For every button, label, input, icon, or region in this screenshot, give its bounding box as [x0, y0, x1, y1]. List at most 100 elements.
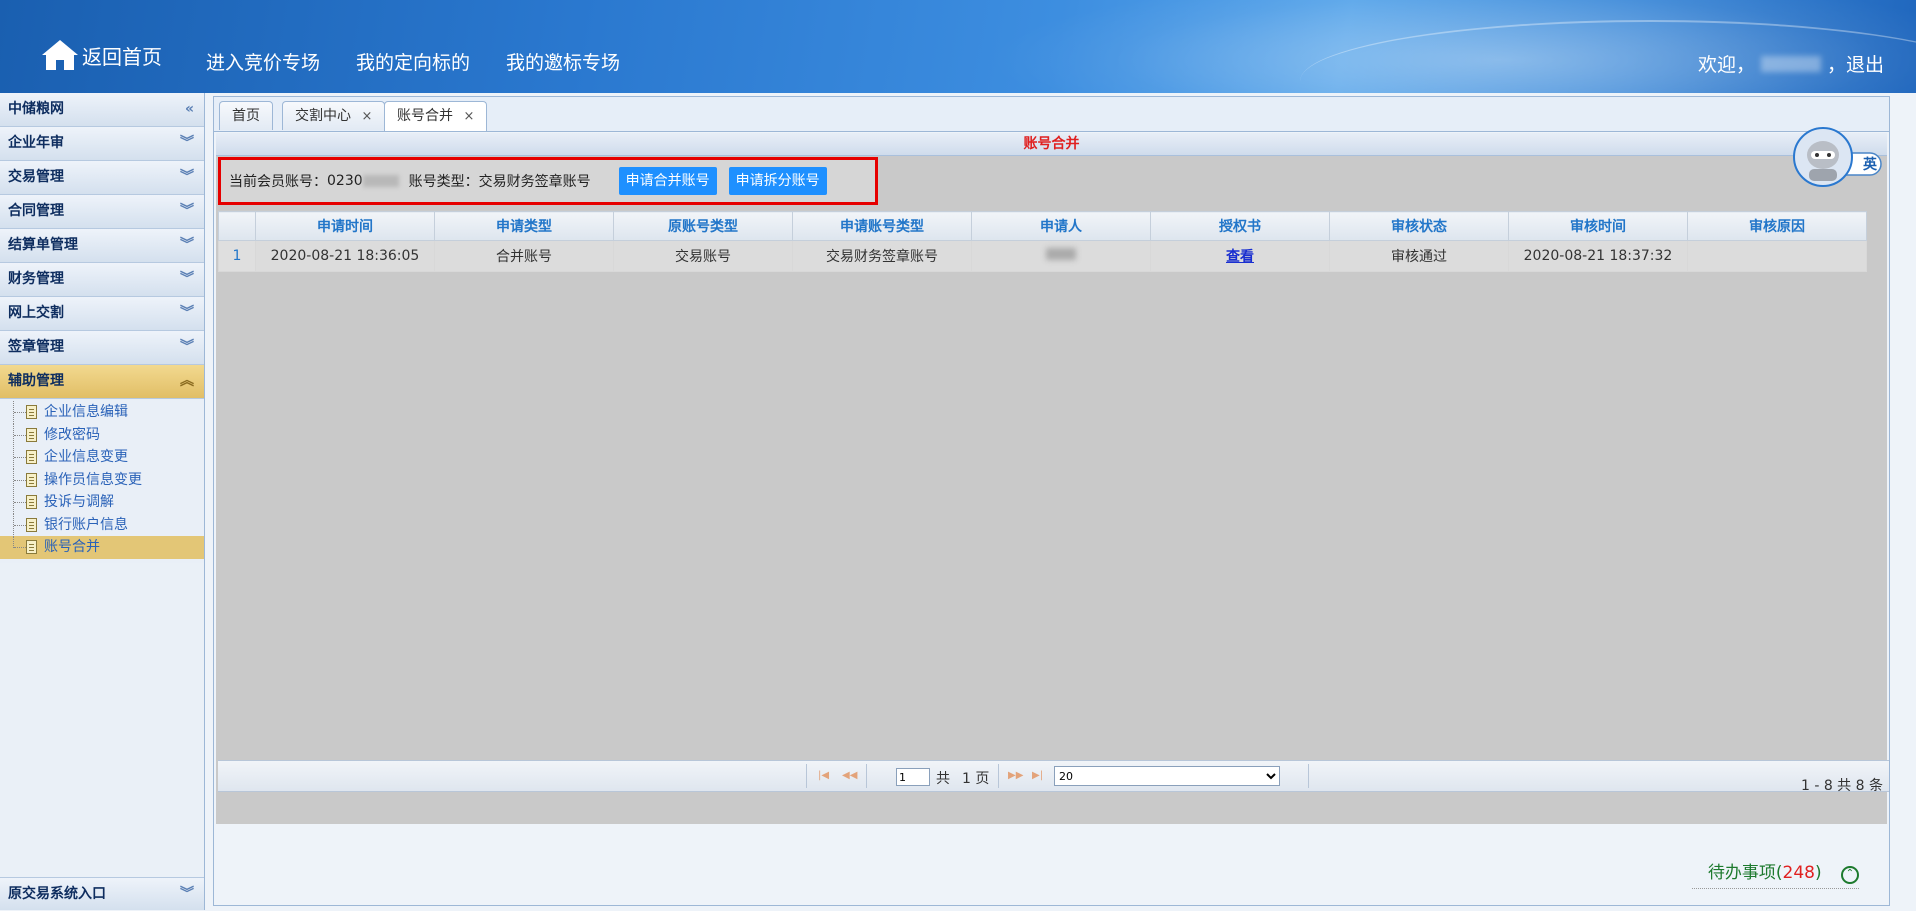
column-header[interactable]: 申请类型	[434, 211, 614, 241]
chevron-down-icon: ︾	[180, 135, 194, 151]
total-prefix: 共	[936, 771, 950, 787]
table-header-row: 申请时间 申请类型 原账号类型 申请账号类型 申请人 授权书 审核状态 审核时间…	[218, 211, 1867, 241]
chevron-up-icon[interactable]: ⌃	[1841, 866, 1859, 884]
apply-split-button[interactable]: 申请拆分账号	[728, 167, 827, 195]
prev-page-icon[interactable]: ◀◀	[842, 770, 857, 781]
document-icon	[26, 517, 37, 532]
column-header[interactable]: 申请账号类型	[792, 211, 972, 241]
tree-item-company-info[interactable]: 企业信息编辑	[0, 401, 204, 424]
sidebar-item-contract[interactable]: 合同管理 ︾	[0, 195, 204, 229]
tab-label: 账号合并	[397, 108, 453, 124]
column-header-rownum	[218, 211, 256, 241]
tree-item-account-merge[interactable]: 账号合并	[0, 536, 204, 559]
document-icon	[26, 405, 37, 419]
tree-line	[14, 547, 26, 548]
record-summary: 1 - 8 共 8 条	[1800, 778, 1883, 794]
sidebar-item-settlement[interactable]: 结算单管理 ︾	[0, 229, 204, 263]
chevron-up-icon: ︽	[180, 373, 194, 389]
grid-panel: 当前会员账号： 0230 账号类型： 交易财务签章账号 申请合并账号 申请拆分账…	[216, 156, 1889, 824]
view-auth-link[interactable]: 查看	[1226, 249, 1254, 265]
cell-apply-time: 2020-08-21 18:36:05	[255, 240, 435, 272]
tree-line	[14, 412, 26, 413]
tree-item-label: 企业信息变更	[44, 449, 128, 465]
first-page-icon[interactable]: |◀	[818, 770, 829, 781]
column-header[interactable]: 原账号类型	[613, 211, 793, 241]
top-header: 返回首页 进入竞价专场 我的定向标的 我的邀标专场 欢迎， ，退出	[0, 0, 1916, 93]
document-icon	[26, 427, 37, 442]
tab-home[interactable]: 首页	[219, 101, 273, 130]
tree-line	[14, 502, 26, 503]
close-icon[interactable]: ×	[463, 109, 474, 124]
welcome-area: 欢迎， ，退出	[1698, 50, 1884, 77]
lang-switch-label[interactable]: 英	[1862, 156, 1878, 173]
nav-auction[interactable]: 进入竞价专场	[206, 48, 320, 75]
sidebar-item-label: 企业年审	[8, 135, 64, 151]
tree-item-operator-change[interactable]: 操作员信息变更	[0, 468, 204, 492]
account-value: 0230	[327, 173, 363, 189]
tree-item-label: 投诉与调解	[44, 494, 114, 510]
cell-review-time: 2020-08-21 18:37:32	[1508, 240, 1688, 272]
todo-close: )	[1814, 863, 1822, 883]
sidebar-item-annual-review[interactable]: 企业年审 ︾	[0, 127, 204, 161]
cell-auth: 查看	[1150, 240, 1330, 272]
sidebar-item-aux[interactable]: 辅助管理 ︽	[0, 365, 204, 399]
tab-delivery-center[interactable]: 交割中心 ×	[282, 101, 386, 130]
tree-item-label: 操作员信息变更	[44, 471, 142, 488]
assistant-robot-icon[interactable]: 英	[1793, 127, 1883, 187]
sidebar-item-legacy-system[interactable]: 原交易系统入口 ︾	[0, 877, 204, 910]
chevron-down-icon: ︾	[180, 339, 194, 355]
sidebar-item-label: 中储粮网	[8, 101, 64, 117]
column-header[interactable]: 审核状态	[1329, 211, 1509, 241]
home-link[interactable]: 返回首页	[40, 35, 162, 75]
todo-count: 248	[1782, 863, 1815, 883]
nav-directed[interactable]: 我的定向标的	[356, 48, 470, 75]
tree-item-complaint[interactable]: 投诉与调解	[0, 491, 204, 514]
tree-item-bank-account[interactable]: 银行账户信息	[0, 513, 204, 537]
column-header[interactable]: 审核原因	[1687, 211, 1867, 241]
nav-invite[interactable]: 我的邀标专场	[506, 48, 620, 75]
close-icon[interactable]: ×	[361, 109, 372, 124]
table-row[interactable]: 1 2020-08-21 18:36:05 合并账号 交易账号 交易财务签章账号…	[218, 240, 1867, 272]
column-header[interactable]: 申请时间	[255, 211, 435, 241]
sidebar-item-delivery[interactable]: 网上交割 ︾	[0, 297, 204, 331]
tab-label: 首页	[232, 108, 260, 124]
todo-widget[interactable]: 待办事项(248) ⌃	[1691, 858, 1859, 889]
sidebar-item-label: 结算单管理	[8, 237, 78, 253]
sidebar-item-label: 交易管理	[8, 169, 64, 185]
tree-item-label: 修改密码	[44, 426, 100, 443]
column-header[interactable]: 授权书	[1150, 211, 1330, 241]
cell-apply-type: 合并账号	[434, 240, 614, 272]
column-header[interactable]: 申请人	[971, 211, 1151, 241]
document-icon	[26, 495, 37, 509]
sidebar-item-label: 网上交割	[8, 305, 64, 321]
pager-separator	[866, 764, 867, 788]
sidebar-item-finance[interactable]: 财务管理 ︾	[0, 263, 204, 297]
tree-line	[14, 457, 26, 458]
logout-link[interactable]: ，退出	[1827, 50, 1884, 77]
collapse-left-icon[interactable]: «	[185, 93, 194, 126]
tree-item-password[interactable]: 修改密码	[0, 423, 204, 447]
cell-apply-account-type: 交易财务签章账号	[792, 240, 972, 272]
sidebar-item-trade[interactable]: 交易管理 ︾	[0, 161, 204, 195]
next-page-icon[interactable]: ▶▶	[1008, 770, 1023, 781]
account-toolbar: 当前会员账号： 0230 账号类型： 交易财务签章账号 申请合并账号 申请拆分账…	[218, 157, 878, 205]
last-page-icon[interactable]: ▶|	[1032, 770, 1043, 781]
aux-submenu: 企业信息编辑 修改密码 企业信息变更 操作员信息变更 投诉与调解 银行账户信息 …	[0, 399, 204, 563]
page-size-select[interactable]: 20	[1054, 766, 1280, 786]
applicant-redacted	[1046, 248, 1076, 260]
pager-separator	[806, 764, 807, 788]
panel-title: 账号合并	[216, 133, 1887, 156]
apply-merge-button[interactable]: 申请合并账号	[618, 167, 717, 195]
tree-item-label: 企业信息编辑	[44, 404, 128, 420]
pagination-bar: |◀ ◀◀ 共 1 页 ▶▶ ▶| 20 1 - 8 共 8 条	[218, 760, 1889, 794]
sidebar-item-zcl[interactable]: 中储粮网 «	[0, 93, 204, 127]
tree-item-company-change[interactable]: 企业信息变更	[0, 446, 204, 469]
page-number-input[interactable]	[896, 768, 930, 786]
column-header[interactable]: 审核时间	[1508, 211, 1688, 241]
welcome-text: 欢迎，	[1697, 54, 1755, 76]
home-icon	[42, 40, 78, 70]
tab-account-merge[interactable]: 账号合并 ×	[384, 101, 488, 131]
sidebar-item-seal[interactable]: 签章管理 ︾	[0, 331, 204, 365]
document-icon	[26, 450, 37, 464]
sidebar-item-label: 原交易系统入口	[8, 886, 106, 902]
